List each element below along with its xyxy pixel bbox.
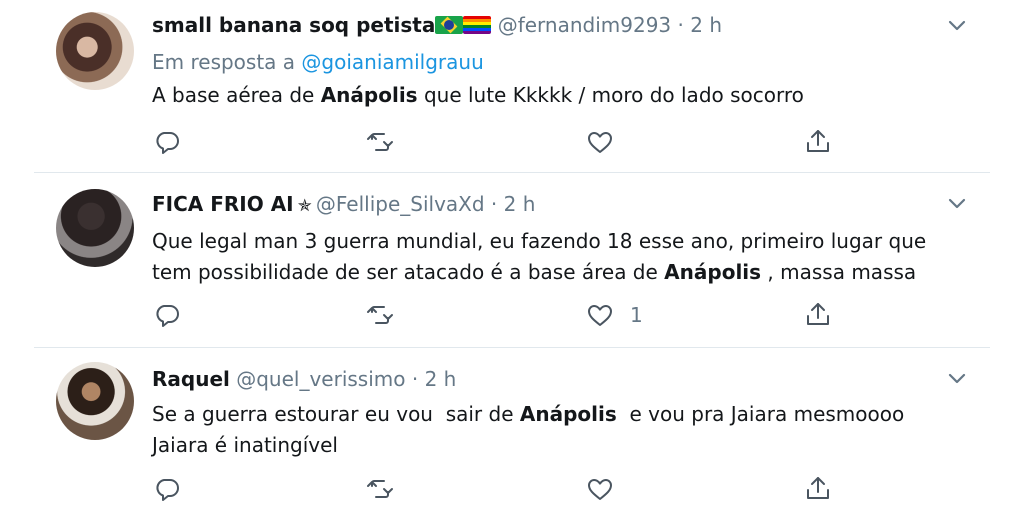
heart-icon (588, 305, 612, 326)
retweet-icon (367, 133, 393, 151)
like-button[interactable] (586, 127, 630, 157)
avatar[interactable] (56, 12, 134, 90)
reply-to-link[interactable]: @goianiamilgrauu (301, 50, 483, 74)
tweet-actions: 1 (0, 300, 1024, 330)
retweet-button[interactable] (366, 300, 394, 330)
share-button[interactable] (804, 474, 832, 504)
heart-icon (588, 479, 612, 500)
share-icon (807, 303, 829, 325)
avatar[interactable] (56, 362, 134, 440)
tweet-text: Que legal man 3 guerra mundial, eu fazen… (152, 226, 972, 288)
display-name[interactable]: FICA FRIO AI (152, 192, 294, 216)
tweet-header: FICA FRIO AI ✯ @Fellipe_SilvaXd · 2 h (152, 192, 535, 216)
tweet-timeline: small banana soq petista @fernandim9293 … (0, 0, 1024, 512)
tweet-header: Raquel @quel_verissimo · 2 h (152, 367, 456, 391)
tweet-text-part: Se a guerra estourar eu vou sair de (152, 402, 520, 426)
user-handle[interactable]: @fernandim9293 (498, 13, 671, 37)
rainbow-flag-icon (463, 16, 492, 34)
display-name[interactable]: small banana soq petista (152, 13, 435, 37)
timestamp[interactable]: 2 h (425, 367, 457, 391)
tweet-text-part: A base aérea de (152, 83, 321, 107)
tweet-text-part: e vou pra Jaiara mesmoooo (616, 402, 905, 426)
separator-dot: · (677, 13, 684, 37)
chevron-down-icon[interactable] (948, 20, 966, 32)
like-button[interactable] (586, 474, 630, 504)
tweet[interactable]: small banana soq petista @fernandim9293 … (0, 0, 1024, 172)
chevron-down-icon[interactable] (948, 198, 966, 210)
like-count: 1 (630, 303, 643, 327)
tweet-actions (0, 474, 1024, 504)
user-handle[interactable]: @quel_verissimo (236, 367, 405, 391)
tweet-text-bold: Anápolis (320, 83, 418, 107)
tweet-text-part: que lute Kkkkk / moro do lado socorro (417, 83, 804, 107)
reply-button[interactable] (153, 474, 181, 504)
tweet-text-bold: Anápolis (519, 402, 617, 426)
like-button[interactable]: 1 (586, 300, 643, 330)
tweet-text-part: tem possibilidade de ser atacado é a bas… (152, 260, 665, 284)
reply-button[interactable] (153, 300, 181, 330)
reply-icon (156, 479, 179, 501)
share-button[interactable] (804, 300, 832, 330)
retweet-button[interactable] (366, 127, 394, 157)
reply-icon (156, 305, 179, 327)
avatar[interactable] (56, 189, 134, 267)
tweet-text-line: Que legal man 3 guerra mundial, eu fazen… (152, 229, 927, 253)
separator-dot: · (411, 367, 419, 391)
share-button[interactable] (804, 127, 832, 157)
share-icon (807, 477, 829, 499)
tweet-actions (0, 127, 1024, 157)
chevron-down-icon[interactable] (948, 373, 966, 385)
tweet-text: A base aérea de Anápolis que lute Kkkkk … (152, 80, 972, 111)
retweet-icon (367, 306, 393, 324)
reply-prefix: Em resposta a (152, 50, 296, 74)
display-name[interactable]: Raquel (152, 367, 230, 391)
retweet-icon (367, 480, 393, 498)
user-handle[interactable]: @Fellipe_SilvaXd (316, 192, 485, 216)
timestamp[interactable]: 2 h (504, 192, 536, 216)
retweet-button[interactable] (366, 474, 394, 504)
tweet[interactable]: FICA FRIO AI ✯ @Fellipe_SilvaXd · 2 h Que … (0, 172, 1024, 347)
tweet-header: small banana soq petista @fernandim9293 … (152, 13, 722, 37)
brazil-flag-icon (435, 16, 464, 34)
tweet[interactable]: Raquel @quel_verissimo · 2 h Se a guerra… (0, 347, 1024, 512)
tweet-text-bold: Anápolis (664, 260, 762, 284)
tweet-text-part: , massa massa (761, 260, 917, 284)
share-icon (807, 130, 829, 152)
separator-dot: · (490, 192, 498, 216)
heart-icon (588, 132, 612, 153)
timestamp[interactable]: 2 h (690, 13, 722, 37)
tweet-text-line: Jaiara é inatingível (152, 433, 338, 457)
reply-icon (156, 132, 179, 154)
tweet-text-line: Se a guerra estourar eu vou sair de Anáp… (152, 399, 972, 430)
star-badge-icon: ✯ (297, 196, 312, 216)
tweet-text: Se a guerra estourar eu vou sair de Anáp… (152, 399, 972, 461)
reply-button[interactable] (153, 127, 181, 157)
reply-context: Em resposta a @goianiamilgrauu (152, 50, 484, 74)
tweet-text-line: tem possibilidade de ser atacado é a bas… (152, 257, 972, 288)
